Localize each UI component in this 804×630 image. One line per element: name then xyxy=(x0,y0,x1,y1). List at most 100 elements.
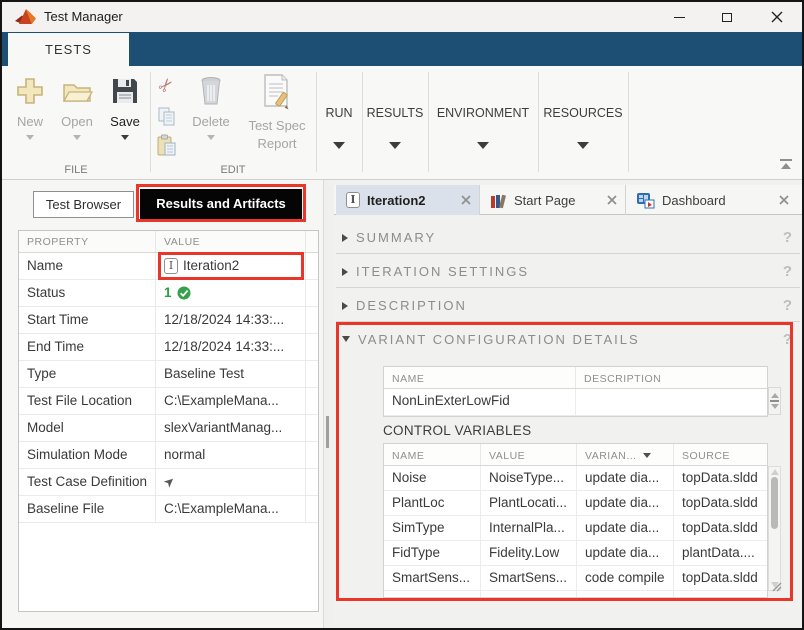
maximize-button[interactable] xyxy=(704,2,750,32)
column-header-name[interactable]: NAME xyxy=(384,444,481,465)
doc-tab-label: Iteration2 xyxy=(367,193,426,208)
table-row[interactable]: SimType InternalPla... update dia... top… xyxy=(384,516,767,541)
cut-button[interactable]: ✂ xyxy=(154,72,180,98)
doc-tab-start-page[interactable]: Start Page xyxy=(479,185,625,215)
right-panel: I Iteration2 Start Page xyxy=(334,180,802,628)
close-tab-icon[interactable] xyxy=(779,195,789,205)
row-simulation-mode[interactable]: Simulation Mode normal xyxy=(19,442,318,469)
section-label: SUMMARY xyxy=(356,230,436,245)
section-label: ITERATION SETTINGS xyxy=(356,264,529,279)
property-value: 12/18/2024 14:33:... xyxy=(164,339,284,354)
row-model[interactable]: Model slexVariantManag... xyxy=(19,415,318,442)
cell: SimType xyxy=(384,516,481,540)
close-button[interactable] xyxy=(752,2,802,32)
spinner-down-icon xyxy=(771,404,779,409)
help-icon[interactable]: ? xyxy=(783,229,792,246)
open-label: Open xyxy=(54,114,100,129)
property-label: Simulation Mode xyxy=(19,442,156,468)
section-variant-configuration-details[interactable]: VARIANT CONFIGURATION DETAILS ? xyxy=(336,324,800,354)
resources-group-button[interactable]: RESOURCES xyxy=(538,106,628,149)
row-end-time[interactable]: End Time 12/18/2024 14:33:... xyxy=(19,334,318,361)
save-button[interactable]: Save xyxy=(102,76,148,140)
variant-description-cell xyxy=(576,389,767,415)
collapse-ribbon-button[interactable] xyxy=(778,159,794,171)
help-icon[interactable]: ? xyxy=(783,297,792,314)
section-iteration-settings[interactable]: ITERATION SETTINGS ? xyxy=(336,256,800,288)
title-bar: Test Manager xyxy=(2,2,802,32)
run-group-button[interactable]: RUN xyxy=(316,106,362,149)
maximize-icon xyxy=(722,13,732,22)
books-icon xyxy=(490,192,507,209)
dropdown-arrow-icon xyxy=(577,142,589,149)
scroll-up-icon[interactable] xyxy=(771,469,779,475)
paste-button[interactable] xyxy=(154,132,180,158)
column-header-value[interactable]: VALUE xyxy=(481,444,577,465)
help-icon[interactable]: ? xyxy=(783,331,792,348)
resize-grip-icon[interactable] xyxy=(770,580,782,592)
edit-section-label: EDIT xyxy=(150,164,316,176)
vertical-scrollbar[interactable] xyxy=(768,466,781,591)
table-row[interactable]: NonLinExterLowFid xyxy=(384,389,767,416)
dropdown-arrow-icon xyxy=(333,142,345,149)
toolbar-separator xyxy=(150,72,151,172)
ribbon-toolbar: New Open Save FILE ✂ xyxy=(2,66,802,180)
table-row[interactable]: Noise NoiseType... update dia... topData… xyxy=(384,466,767,491)
cell: code compile xyxy=(577,566,674,590)
column-header-name[interactable]: NAME xyxy=(384,367,576,388)
row-start-time[interactable]: Start Time 12/18/2024 14:33:... xyxy=(19,307,318,334)
cell: NoiseType... xyxy=(481,466,577,490)
property-label: Baseline File xyxy=(19,496,156,522)
close-tab-icon[interactable] xyxy=(607,195,617,205)
minimize-button[interactable] xyxy=(656,2,702,32)
status-pass-icon xyxy=(177,286,191,300)
value-column-header[interactable]: VALUE xyxy=(156,231,306,252)
section-label: VARIANT CONFIGURATION DETAILS xyxy=(358,332,640,347)
tab-test-browser[interactable]: Test Browser xyxy=(33,191,134,218)
save-icon xyxy=(110,76,140,106)
close-tab-icon[interactable] xyxy=(461,195,471,205)
new-button[interactable]: New xyxy=(7,76,53,140)
table-header: NAME VALUE VARIAN... SOURCE xyxy=(384,444,767,466)
copy-icon xyxy=(157,107,177,127)
test-spec-report-button[interactable]: Test Spec Report xyxy=(240,74,314,151)
copy-button[interactable] xyxy=(154,104,180,130)
property-label: Test Case Definition xyxy=(19,469,156,495)
section-toggle-icon xyxy=(342,268,348,276)
property-column-header[interactable]: PROPERTY xyxy=(19,231,156,252)
matlab-logo-icon xyxy=(15,8,37,27)
doc-tab-dashboard[interactable]: Dashboard xyxy=(625,185,797,215)
section-toggle-icon xyxy=(342,302,348,310)
section-description[interactable]: DESCRIPTION ? xyxy=(336,290,800,322)
table-row[interactable]: FidType Fidelity.Low update dia... plant… xyxy=(384,541,767,566)
row-type[interactable]: Type Baseline Test xyxy=(19,361,318,388)
environment-group-button[interactable]: ENVIRONMENT xyxy=(428,106,538,149)
open-button[interactable]: Open xyxy=(54,76,100,140)
scrollbar-thumb[interactable] xyxy=(771,477,778,529)
delete-icon xyxy=(198,76,224,106)
row-baseline-file[interactable]: Baseline File C:\ExampleMana... xyxy=(19,496,318,523)
help-icon[interactable]: ? xyxy=(783,263,792,280)
new-label: New xyxy=(7,114,53,129)
delete-button[interactable]: Delete xyxy=(188,76,234,140)
table-row[interactable]: PlantLoc PlantLocati... update dia... to… xyxy=(384,491,767,516)
property-value: slexVariantManag... xyxy=(164,420,282,435)
cell: FidType xyxy=(384,541,481,565)
table-spinner[interactable] xyxy=(768,387,781,415)
tab-tests[interactable]: TESTS xyxy=(8,33,129,66)
column-header-description[interactable]: DESCRIPTION xyxy=(576,367,767,388)
open-folder-icon xyxy=(61,76,93,106)
row-test-case-definition[interactable]: Test Case Definition ➤ xyxy=(19,469,318,496)
row-name[interactable]: Name I Iteration2 xyxy=(19,253,318,280)
table-row[interactable]: SmartSens... SmartSens... code compile t… xyxy=(384,566,767,591)
doc-tab-iteration2[interactable]: I Iteration2 xyxy=(336,185,479,215)
row-status[interactable]: Status 1 xyxy=(19,280,318,307)
tab-results-and-artifacts[interactable]: Results and Artifacts xyxy=(140,189,302,219)
iteration-icon: I xyxy=(346,192,360,208)
section-summary[interactable]: SUMMARY ? xyxy=(336,222,800,254)
column-header-variant[interactable]: VARIAN... xyxy=(577,444,674,465)
results-group-button[interactable]: RESULTS xyxy=(362,106,428,149)
column-header-source[interactable]: SOURCE xyxy=(674,444,767,465)
row-test-file-location[interactable]: Test File Location C:\ExampleMana... xyxy=(19,388,318,415)
goto-arrow-icon[interactable]: ➤ xyxy=(160,472,179,491)
panel-splitter-handle[interactable] xyxy=(326,416,329,448)
